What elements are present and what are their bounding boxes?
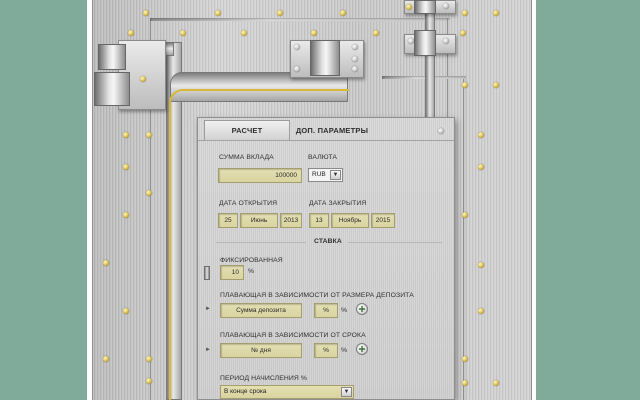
rate-divider-left bbox=[216, 242, 306, 243]
rivet-icon bbox=[123, 308, 129, 314]
rivet-icon bbox=[103, 356, 109, 362]
chevron-down-icon[interactable]: ▼ bbox=[330, 170, 341, 180]
term-rate-unit: % bbox=[341, 347, 348, 354]
rivet-icon bbox=[478, 308, 484, 314]
rivet-icon bbox=[146, 356, 152, 362]
close-date-label: ДАТА ЗАКРЫТИЯ bbox=[309, 200, 367, 207]
rivet-icon bbox=[123, 212, 129, 218]
calculator-panel: РАСЧЕТ ДОП. ПАРАМЕТРЫ СУММА ВКЛАДА 10000… bbox=[197, 117, 455, 400]
hinge-cylinder-left bbox=[94, 72, 130, 106]
currency-label: ВАЛЮТА bbox=[308, 154, 337, 161]
rivet-icon bbox=[406, 4, 412, 10]
rivet-icon bbox=[215, 10, 221, 16]
frame-groove-right bbox=[447, 18, 450, 118]
open-date-year[interactable]: 2013 bbox=[280, 213, 302, 228]
rate-heading: СТАВКА bbox=[314, 238, 342, 245]
currency-value: RUB bbox=[312, 171, 326, 178]
chevron-down-icon[interactable]: ▼ bbox=[341, 387, 352, 397]
screw-icon bbox=[294, 66, 300, 72]
rivet-icon bbox=[146, 132, 152, 138]
screw-icon bbox=[294, 44, 300, 50]
rivet-icon bbox=[146, 190, 152, 196]
rivet-icon bbox=[478, 164, 484, 170]
rivet-icon bbox=[460, 30, 466, 36]
pipe-right-vertical bbox=[425, 0, 435, 118]
rivet-icon bbox=[128, 30, 134, 36]
term-day-field[interactable]: № дня bbox=[220, 343, 302, 358]
bullet-icon: ► bbox=[205, 347, 211, 353]
close-date-month[interactable]: Ноябрь bbox=[331, 213, 369, 228]
rivet-icon bbox=[241, 30, 247, 36]
rivet-icon bbox=[478, 262, 484, 268]
accrual-period-select[interactable]: В конце срока ▼ bbox=[220, 385, 354, 399]
rivet-icon bbox=[493, 82, 499, 88]
add-row-icon[interactable] bbox=[356, 303, 368, 315]
rivet-icon bbox=[311, 30, 317, 36]
screw-icon bbox=[443, 38, 449, 44]
rivet-icon bbox=[146, 378, 152, 384]
rivet-icon bbox=[493, 380, 499, 386]
rivet-icon bbox=[493, 10, 499, 16]
bullet-icon: ► bbox=[205, 306, 211, 312]
accrual-period-label: ПЕРИОД НАЧИСЛЕНИЯ % bbox=[220, 375, 308, 382]
rivet-icon bbox=[462, 356, 468, 362]
deposit-amount-field[interactable]: 100000 bbox=[218, 168, 302, 183]
hinge-cylinder-center bbox=[310, 40, 340, 76]
rivet-icon bbox=[462, 212, 468, 218]
screw-icon bbox=[352, 44, 358, 50]
rivet-icon bbox=[140, 76, 146, 82]
rivet-icon bbox=[462, 380, 468, 386]
screw-icon bbox=[438, 128, 444, 134]
frame-groove-inner-top bbox=[382, 76, 466, 79]
hinge-cylinder-right-top bbox=[414, 0, 436, 14]
screw-icon bbox=[352, 66, 358, 72]
screw-icon bbox=[443, 3, 449, 9]
fixed-rate-unit: % bbox=[248, 268, 255, 275]
open-date-month[interactable]: Июнь bbox=[240, 213, 278, 228]
screw-icon bbox=[352, 56, 358, 62]
tab-calculation[interactable]: РАСЧЕТ bbox=[204, 120, 290, 140]
amount-rate-unit: % bbox=[341, 307, 348, 314]
rivet-icon bbox=[462, 82, 468, 88]
rivet-icon bbox=[340, 10, 346, 16]
close-date-year[interactable]: 2015 bbox=[371, 213, 395, 228]
deposit-label: СУММА ВКЛАДА bbox=[219, 154, 274, 161]
rivet-icon bbox=[180, 30, 186, 36]
rivet-icon bbox=[462, 10, 468, 16]
rivet-icon bbox=[123, 164, 129, 170]
close-date-day[interactable]: 13 bbox=[309, 213, 329, 228]
screw-icon bbox=[408, 38, 414, 44]
frame-groove-inner bbox=[463, 76, 466, 400]
open-date-day[interactable]: 25 bbox=[218, 213, 238, 228]
open-date-label: ДАТА ОТКРЫТИЯ bbox=[219, 200, 278, 207]
rate-divider-right bbox=[348, 242, 442, 243]
tab-divider bbox=[198, 140, 454, 141]
rivet-icon bbox=[478, 132, 484, 138]
tab-extra-parameters[interactable]: ДОП. ПАРАМЕТРЫ bbox=[294, 120, 370, 140]
term-rate-field[interactable]: % bbox=[314, 343, 338, 358]
rivet-icon bbox=[123, 132, 129, 138]
floating-by-term-label: ПЛАВАЮЩАЯ В ЗАВИСИМОСТИ ОТ СРОКА bbox=[220, 332, 366, 339]
floating-by-amount-label: ПЛАВАЮЩАЯ В ЗАВИСИМОСТИ ОТ РАЗМЕРА ДЕПОЗ… bbox=[220, 292, 414, 299]
rivet-icon bbox=[103, 260, 109, 266]
currency-select[interactable]: RUB ▼ bbox=[308, 168, 343, 182]
fixed-rate-label: ФИКСИРОВАННАЯ bbox=[220, 257, 283, 264]
deposit-amount-threshold-field[interactable]: Сумма депозита bbox=[220, 303, 302, 318]
accrual-period-value: В конце срока bbox=[224, 388, 267, 395]
add-row-icon[interactable] bbox=[356, 343, 368, 355]
rivet-icon bbox=[277, 10, 283, 16]
rivet-icon bbox=[373, 30, 379, 36]
rivet-icon bbox=[143, 10, 149, 16]
hinge-cylinder-right bbox=[414, 30, 436, 56]
fixed-rate-field[interactable]: 10 bbox=[220, 265, 244, 280]
fixed-rate-switch[interactable] bbox=[204, 266, 210, 280]
amount-rate-field[interactable]: % bbox=[314, 303, 338, 318]
frame-groove-top bbox=[150, 18, 450, 21]
hinge-cylinder-left-top bbox=[98, 44, 126, 70]
